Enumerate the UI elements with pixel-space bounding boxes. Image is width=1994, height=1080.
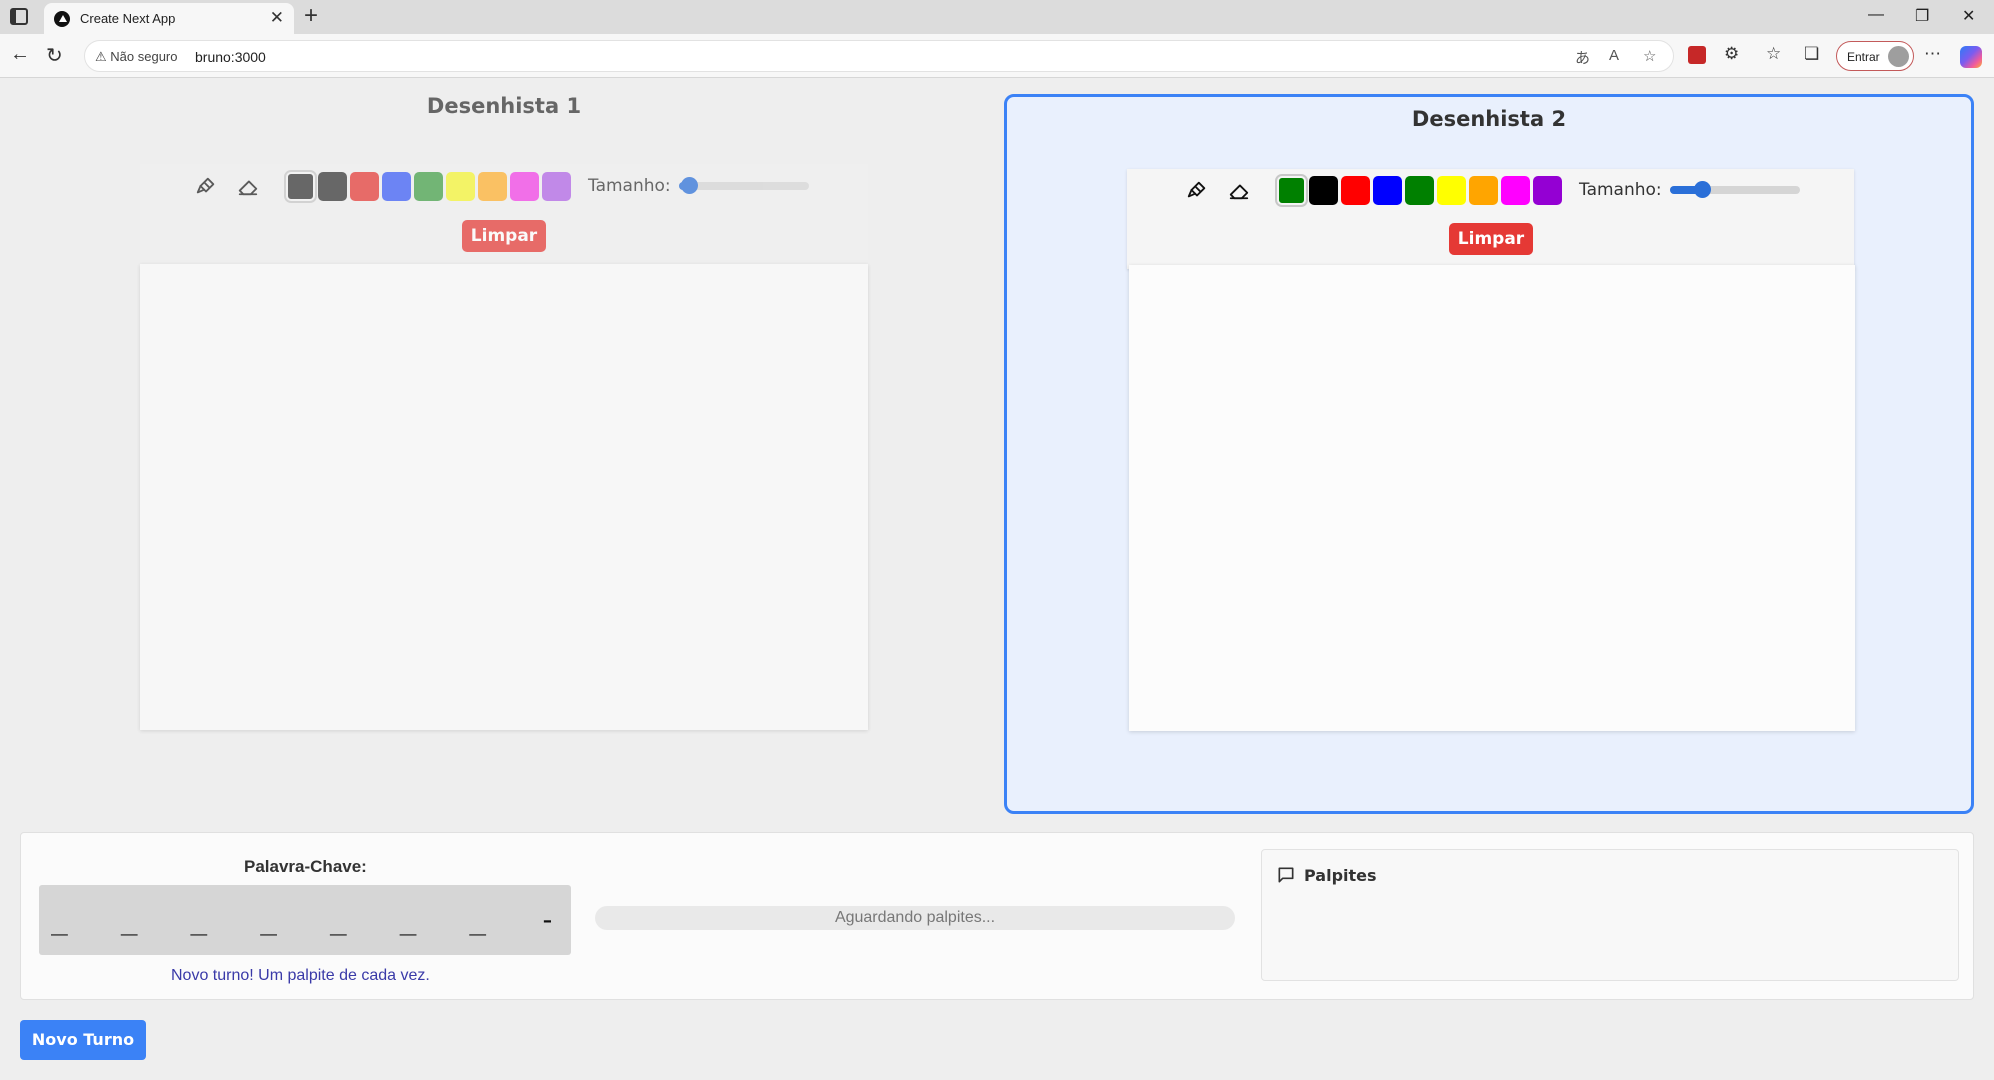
slider-knob[interactable] — [681, 177, 699, 194]
drawer-1-clear-button[interactable]: Limpar — [462, 220, 546, 252]
color-swatch[interactable] — [1437, 175, 1466, 205]
restore-button[interactable]: ❐ — [1915, 6, 1929, 26]
drawer-1-color-palette — [272, 169, 574, 203]
drawer-2-size-label: Tamanho: — [1579, 180, 1662, 200]
copilot-icon[interactable] — [1960, 46, 1982, 68]
tab-close-icon[interactable]: ✕ — [270, 8, 284, 28]
url-text[interactable]: bruno:3000 — [195, 49, 266, 65]
drawer-2-clear-button[interactable]: Limpar — [1449, 223, 1533, 255]
drawer-2-toolbar: Tamanho: — [1179, 171, 1800, 209]
drawer-1-size-slider[interactable] — [678, 177, 809, 194]
drawer-1-title: Desenhista 1 — [426, 94, 582, 118]
brush-tool-icon[interactable] — [1179, 172, 1215, 208]
color-swatch[interactable] — [1533, 175, 1562, 205]
read-aloud-icon[interactable]: A — [1609, 47, 1619, 64]
color-swatch[interactable] — [414, 171, 443, 201]
color-swatch[interactable] — [1341, 175, 1370, 205]
nextjs-favicon-icon — [54, 11, 70, 27]
signin-label: Entrar — [1847, 50, 1880, 64]
favorites-icon[interactable]: ☆ — [1766, 44, 1781, 64]
back-icon[interactable]: ← — [10, 43, 30, 66]
color-swatch[interactable] — [1373, 175, 1402, 205]
extension-icon[interactable] — [1688, 46, 1706, 64]
guess-status-field: Aguardando palpites... — [595, 906, 1235, 930]
guesses-panel: Palpites — [1261, 849, 1959, 981]
color-swatch[interactable] — [446, 171, 475, 201]
guesses-header: Palpites — [1276, 865, 1377, 885]
drawer-1-size-label: Tamanho: — [588, 176, 671, 196]
security-label: Não seguro — [110, 49, 178, 64]
color-swatch[interactable] — [1275, 173, 1308, 207]
new-turn-button[interactable]: Novo Turno — [20, 1020, 146, 1060]
address-bar: ← ↻ ⚠ Não seguro bruno:3000 あ A ☆ ⚙ ☆ ❏ … — [0, 34, 1994, 78]
drawer-2-size-slider[interactable] — [1669, 181, 1800, 198]
translate-icon[interactable]: あ — [1575, 47, 1590, 68]
eraser-tool-icon[interactable] — [230, 168, 266, 204]
avatar — [1888, 46, 1909, 67]
browser-tab[interactable]: Create Next App ✕ — [44, 3, 294, 34]
drawer-2-color-palette — [1263, 173, 1565, 207]
slider-knob[interactable] — [1694, 181, 1712, 198]
more-menu-icon[interactable]: ⋯ — [1924, 44, 1941, 64]
drawer-2-canvas[interactable] — [1129, 265, 1855, 731]
drawer-1-toolbar: Tamanho: — [188, 167, 809, 205]
new-tab-button[interactable]: + — [304, 2, 318, 30]
color-swatch[interactable] — [284, 169, 317, 203]
signin-button[interactable]: Entrar — [1836, 41, 1914, 71]
guesses-title: Palpites — [1304, 865, 1377, 885]
color-swatch[interactable] — [382, 171, 411, 201]
color-swatch[interactable] — [478, 171, 507, 201]
color-swatch[interactable] — [1501, 175, 1530, 205]
keyword-label: Palavra-Chave: — [244, 857, 367, 876]
minimize-button[interactable]: — — [1868, 6, 1884, 24]
extensions-puzzle-icon[interactable]: ⚙ — [1724, 44, 1739, 64]
color-swatch[interactable] — [318, 171, 347, 201]
favorite-star-icon[interactable]: ☆ — [1643, 47, 1656, 65]
close-window-button[interactable]: ✕ — [1962, 6, 1975, 26]
browser-tab-bar: Create Next App ✕ + — ❐ ✕ — [0, 0, 1994, 34]
brush-tool-icon[interactable] — [188, 168, 224, 204]
game-status-area: Palavra-Chave: _ _ _ _ _ _ _ - F E I R A… — [20, 832, 1974, 1000]
tab-actions-icon[interactable] — [10, 8, 28, 25]
color-swatch[interactable] — [1469, 175, 1498, 205]
color-swatch[interactable] — [510, 171, 539, 201]
app-page: Desenhista 1 Tamanho: Limpar Desenhista … — [0, 78, 1994, 1080]
collections-icon[interactable]: ❏ — [1804, 44, 1819, 64]
eraser-tool-icon[interactable] — [1221, 172, 1257, 208]
drawer-2-title: Desenhista 2 — [1411, 107, 1567, 131]
color-swatch[interactable] — [1309, 175, 1338, 205]
drawer-2-panel: Desenhista 2 Tamanho: Limpar — [1004, 94, 1974, 814]
turn-message: Novo turno! Um palpite de cada vez. — [171, 967, 430, 984]
chat-bubble-icon — [1278, 867, 1294, 883]
color-swatch[interactable] — [1405, 175, 1434, 205]
drawer-1-panel: Desenhista 1 Tamanho: Limpar — [140, 94, 868, 824]
keyword-box: _ _ _ _ _ _ _ - F E I R A — [39, 885, 904, 955]
color-swatch[interactable] — [350, 171, 379, 201]
security-warning[interactable]: ⚠ Não seguro — [95, 49, 178, 65]
drawer-1-canvas[interactable] — [140, 264, 868, 730]
url-box[interactable]: ⚠ Não seguro bruno:3000 あ A ☆ — [84, 40, 1674, 72]
reload-icon[interactable]: ↻ — [46, 43, 63, 68]
color-swatch[interactable] — [542, 171, 571, 201]
tab-title: Create Next App — [80, 11, 176, 26]
